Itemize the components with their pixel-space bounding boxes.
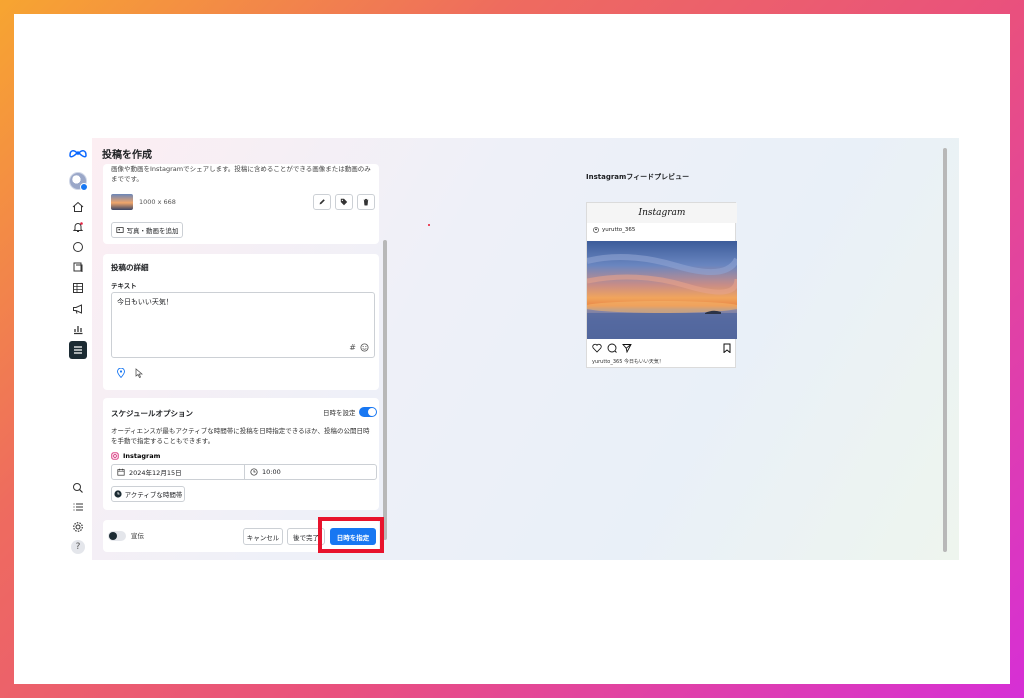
media-dimensions: 1000 x 668 xyxy=(139,198,176,206)
user-icon xyxy=(593,227,599,233)
preview-caption: yurutto_365 今日もいい天気！ xyxy=(592,359,664,365)
delete-media-button[interactable] xyxy=(357,194,375,210)
help-icon[interactable]: ? xyxy=(71,540,85,554)
cursor-dot xyxy=(428,224,430,226)
clock-icon xyxy=(250,468,258,476)
time-field[interactable]: 10:00 xyxy=(244,464,377,480)
schedule-toggle-label: 日時を設定 xyxy=(323,409,356,417)
preview-title: Instagramフィードプレビュー xyxy=(586,173,690,181)
list-icon[interactable] xyxy=(69,498,87,516)
schedule-title: スケジュールオプション xyxy=(111,409,193,418)
preview-actions xyxy=(592,343,732,355)
active-times-button[interactable]: アクティブな時間帯 xyxy=(111,486,185,502)
add-photo-video-button[interactable]: 写真・動画を追加 xyxy=(111,222,183,238)
compose-panel: 画像や動画をInstagramでシェアします。投稿に含めることができる画像または… xyxy=(101,164,387,554)
heart-icon xyxy=(592,343,602,353)
schedule-toggle[interactable] xyxy=(359,407,377,417)
instagram-icon xyxy=(111,452,119,460)
page-title: 投稿を作成 xyxy=(102,150,152,161)
platform-name: Instagram xyxy=(123,452,161,460)
add-photo-video-label: 写真・動画を追加 xyxy=(126,227,179,235)
post-details-title: 投稿の詳細 xyxy=(111,263,149,272)
preview-username: yurutto_365 xyxy=(602,227,636,233)
active-times-label: アクティブな時間帯 xyxy=(124,491,183,499)
bookmark-icon xyxy=(723,343,731,353)
megaphone-icon[interactable] xyxy=(69,300,87,318)
home-icon[interactable] xyxy=(69,198,87,216)
pencil-icon xyxy=(319,199,325,205)
hashtag-icon[interactable]: # xyxy=(349,343,356,352)
create-post-window: ? 投稿を作成 画像や動画をInstagramでシェアします。投稿に含めることが… xyxy=(64,138,959,560)
cancel-button[interactable]: キャンセル xyxy=(243,528,283,545)
notification-dot xyxy=(80,183,88,191)
tag-media-button[interactable] xyxy=(335,194,353,210)
tag-people-icon[interactable] xyxy=(135,368,143,378)
bell-icon[interactable] xyxy=(69,218,87,236)
comment-icon xyxy=(607,343,617,353)
platform-row: Instagram xyxy=(111,452,160,460)
post-text-field[interactable]: 今日もいい天気！ # xyxy=(111,292,375,358)
preview-photo xyxy=(587,241,737,339)
sunset-image xyxy=(587,254,737,339)
pages-icon[interactable] xyxy=(69,258,87,276)
preview-scrollbar[interactable] xyxy=(942,142,948,556)
account-avatar[interactable] xyxy=(69,172,88,191)
search-icon[interactable] xyxy=(69,479,87,497)
preview-user-row: yurutto_365 xyxy=(593,227,635,233)
chart-icon[interactable] xyxy=(69,320,87,338)
table-icon[interactable] xyxy=(69,279,87,297)
schedule-options-card: スケジュールオプション 日時を設定 オーディエンスが最もアクティブな時間帯に投稿… xyxy=(103,398,379,510)
boost-toggle[interactable] xyxy=(108,531,126,541)
emoji-icon[interactable] xyxy=(360,343,369,352)
instagram-feed-preview: Instagram yurutto_365 yurutto_365 今日もいい天… xyxy=(586,202,737,368)
gear-icon[interactable] xyxy=(69,518,87,536)
photo-add-icon xyxy=(115,227,124,233)
date-field[interactable]: 2024年12月15日 xyxy=(111,464,245,480)
schedule-description: オーディエンスが最もアクティブな時間帯に投稿を日時指定できるほか、投稿の公開日時… xyxy=(111,427,370,445)
schedule-button-highlight xyxy=(318,517,384,553)
menu-icon[interactable] xyxy=(69,341,87,359)
compose-scrollbar-thumb[interactable] xyxy=(383,240,387,540)
boost-label: 宣伝 xyxy=(131,532,144,540)
chat-icon[interactable] xyxy=(69,238,87,256)
left-nav-rail: ? xyxy=(64,138,92,560)
location-icon[interactable] xyxy=(117,368,125,378)
instagram-wordmark: Instagram xyxy=(587,203,737,223)
calendar-icon xyxy=(117,468,125,476)
preview-scrollbar-thumb[interactable] xyxy=(943,148,947,552)
edit-media-button[interactable] xyxy=(313,194,331,210)
share-icon xyxy=(622,344,632,353)
post-text-value: 今日もいい天気！ xyxy=(117,298,173,306)
trash-icon xyxy=(363,198,369,206)
meta-logo[interactable] xyxy=(68,146,88,160)
media-thumbnail[interactable] xyxy=(111,194,133,210)
text-label: テキスト xyxy=(111,282,137,290)
time-value: 10:00 xyxy=(262,468,281,476)
date-value: 2024年12月15日 xyxy=(129,469,182,477)
post-details-card: 投稿の詳細 テキスト 今日もいい天気！ # xyxy=(103,254,379,390)
clock-filled-icon xyxy=(113,490,122,498)
tag-icon xyxy=(340,198,348,206)
compose-scrollbar[interactable] xyxy=(382,170,388,545)
media-help-text: 画像や動画をInstagramでシェアします。投稿に含めることができる画像または… xyxy=(111,165,371,183)
media-item-row: 1000 x 668 xyxy=(111,194,375,212)
media-card: 画像や動画をInstagramでシェアします。投稿に含めることができる画像または… xyxy=(103,164,379,244)
